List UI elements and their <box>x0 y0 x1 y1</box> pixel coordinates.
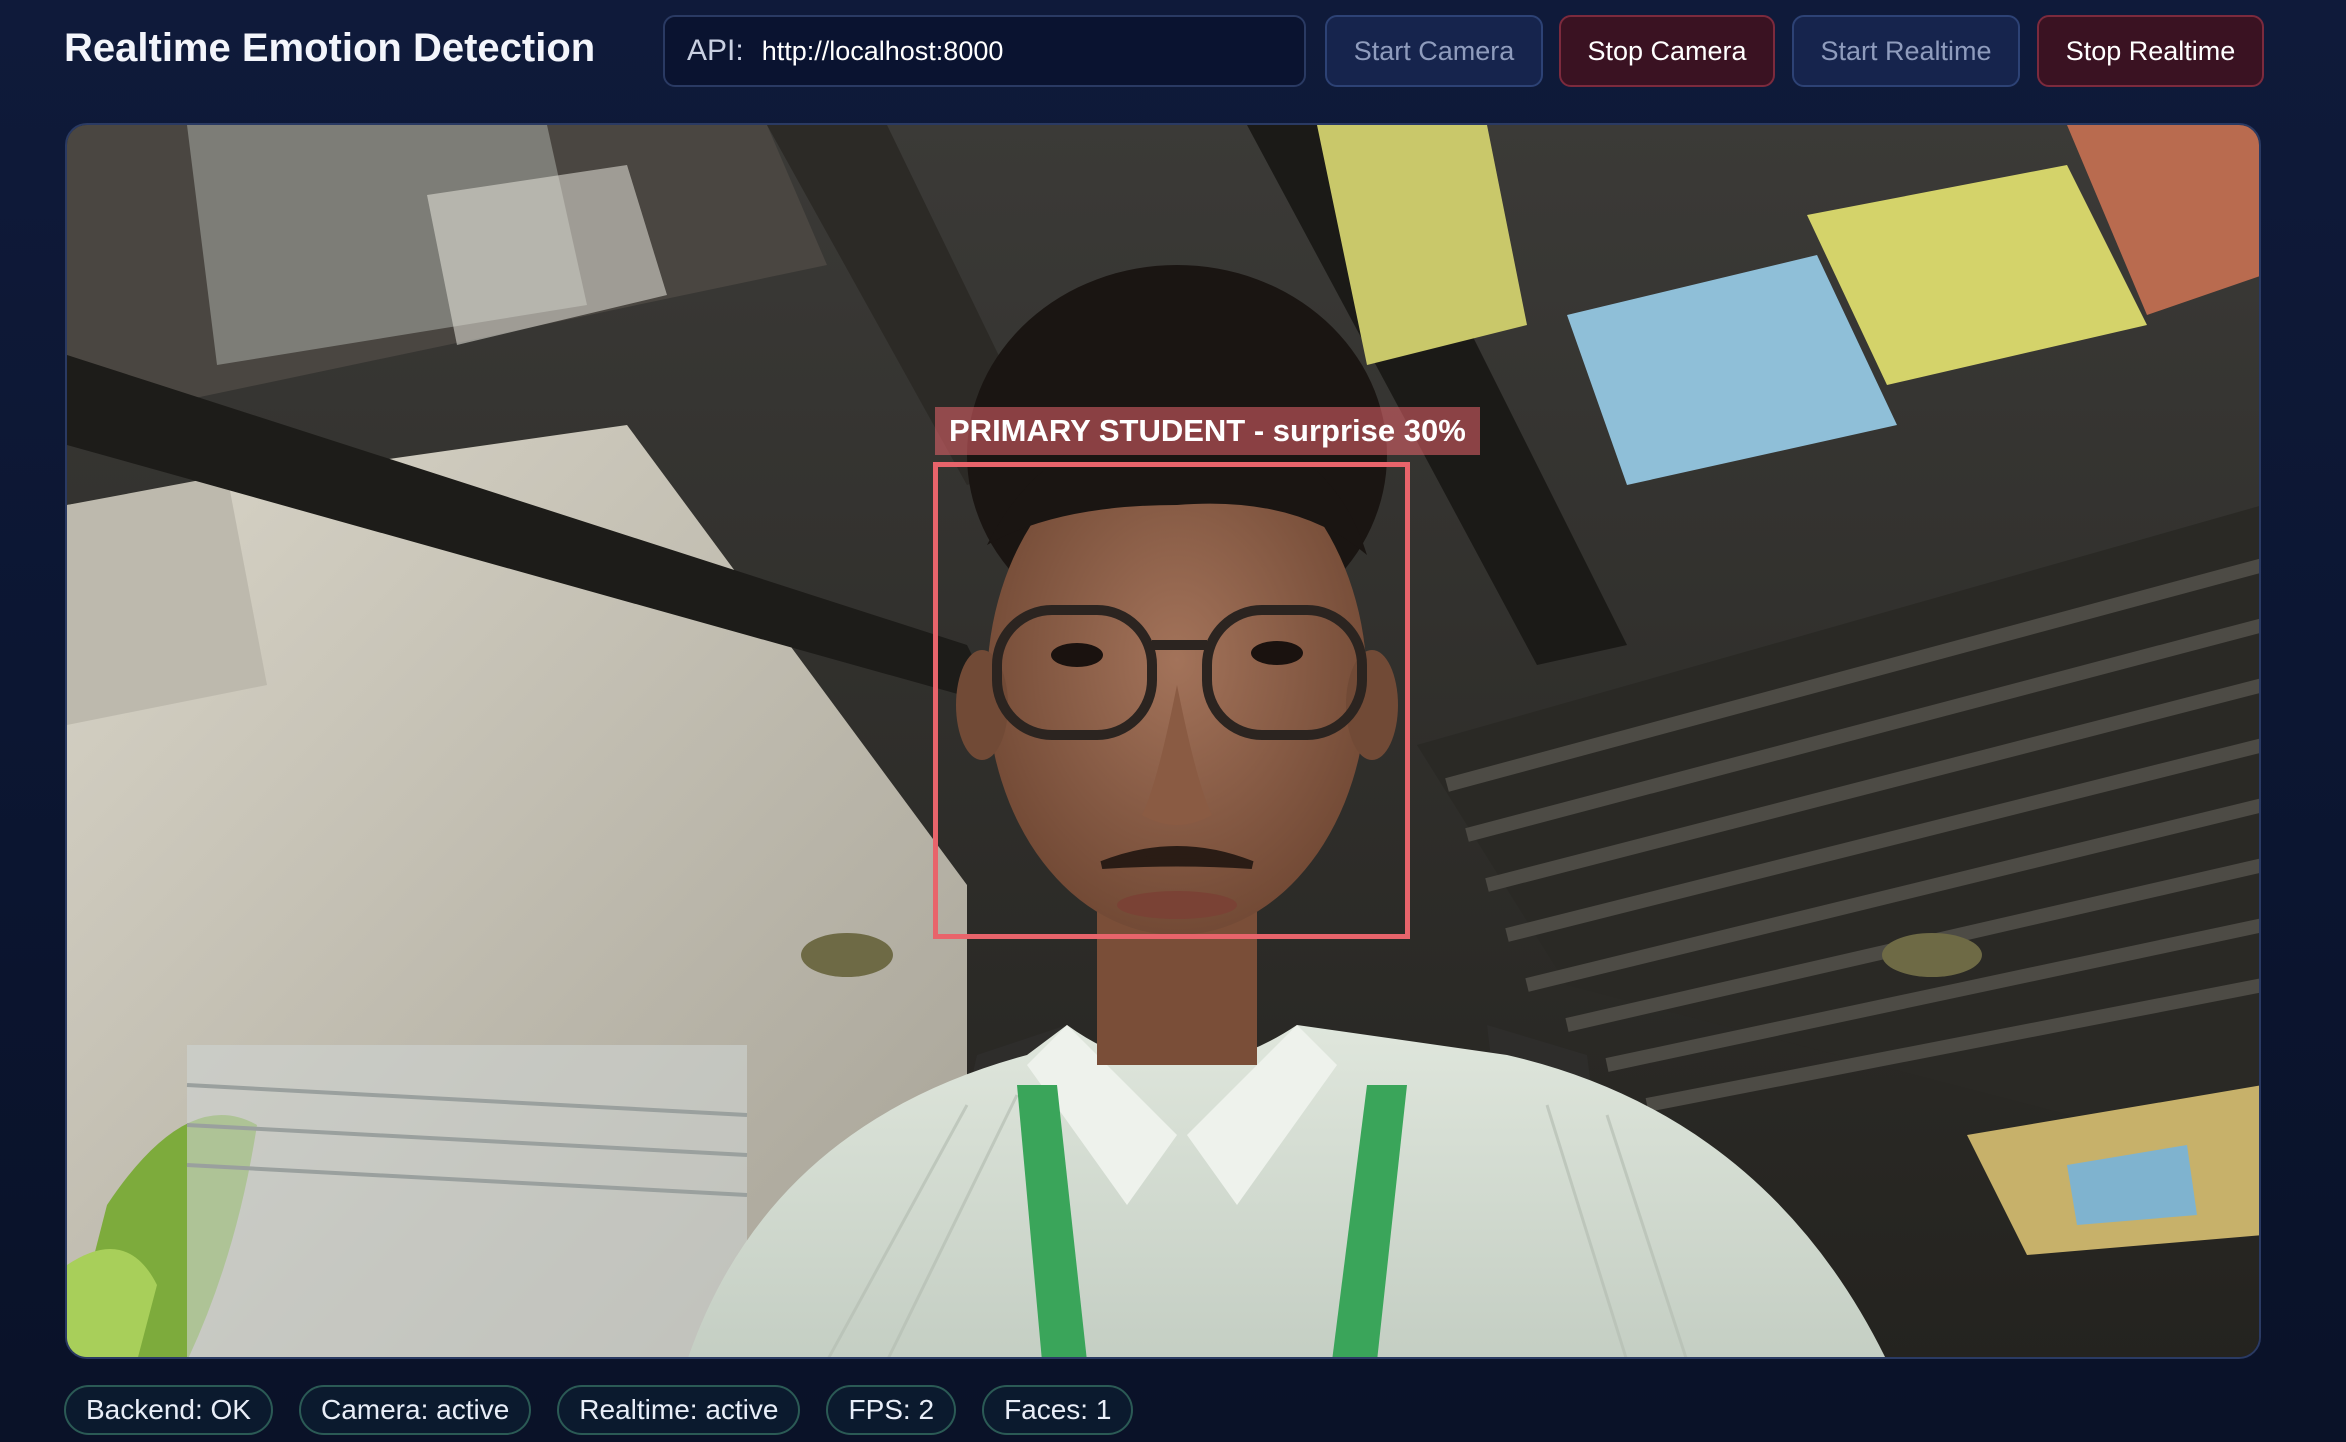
camera-video-feed: PRIMARY STUDENT - surprise 30% <box>65 123 2261 1359</box>
start-realtime-button[interactable]: Start Realtime <box>1792 15 2020 87</box>
face-bounding-box <box>933 462 1410 939</box>
status-bar: Backend: OK Camera: active Realtime: act… <box>64 1385 1134 1437</box>
camera-status-chip: Camera: active <box>298 1385 532 1435</box>
face-emotion-label: PRIMARY STUDENT - surprise 30% <box>935 407 1480 455</box>
stop-camera-button[interactable]: Stop Camera <box>1559 15 1775 87</box>
faces-status-chip: Faces: 1 <box>982 1385 1134 1435</box>
backend-status-chip: Backend: OK <box>64 1385 273 1435</box>
top-bar: Realtime Emotion Detection API: Start Ca… <box>0 0 2346 110</box>
fps-status-chip: FPS: 2 <box>826 1385 957 1435</box>
realtime-status-chip: Realtime: active <box>557 1385 801 1435</box>
app-title: Realtime Emotion Detection <box>64 26 596 70</box>
api-url-input[interactable] <box>761 27 1282 75</box>
stop-realtime-button[interactable]: Stop Realtime <box>2037 15 2264 87</box>
api-endpoint-field[interactable]: API: <box>663 15 1306 87</box>
api-label: API: <box>687 34 744 67</box>
start-camera-button[interactable]: Start Camera <box>1325 15 1543 87</box>
